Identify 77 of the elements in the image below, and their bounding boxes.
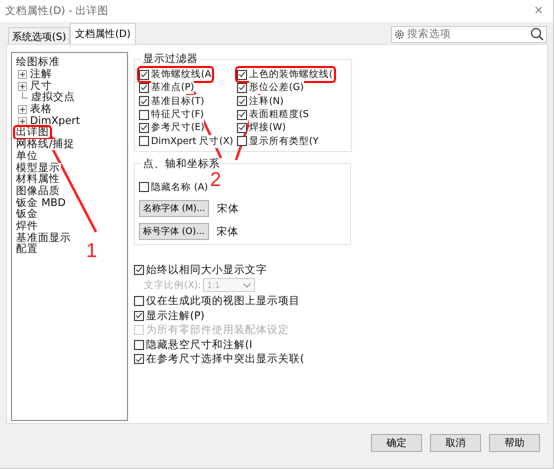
dialog-button[interactable]: 帮助 — [489, 434, 540, 452]
tree-item[interactable]: 基准面显示 — [15, 232, 72, 244]
checkbox-label: 参考尺寸(E) — [151, 121, 204, 134]
caret-icon — [243, 282, 252, 288]
checkbox-label: 隐藏悬空尺寸和注解(I — [146, 338, 252, 352]
tree-item[interactable]: 钣金 — [15, 209, 39, 220]
checkbox[interactable] — [139, 122, 149, 133]
checkbox-label: 焊接(W) — [249, 121, 286, 134]
checkbox-label: 表面粗糙度(S — [249, 108, 309, 122]
checkbox[interactable] — [139, 182, 149, 192]
search-field[interactable]: 搜索选项 — [391, 26, 547, 42]
group-title: 点、轴和坐标系 — [142, 156, 221, 171]
tree-item[interactable]: 图像品质 — [15, 186, 61, 197]
expand-icon[interactable] — [18, 82, 27, 91]
font-button[interactable]: 名称字体 (M)... — [139, 200, 210, 218]
checkbox-label: 隐藏名称 (A) — [151, 180, 208, 194]
checkbox[interactable] — [134, 354, 144, 364]
font-button[interactable]: 标号字体 (O)... — [139, 223, 209, 240]
checkbox-label: 基准点(P) — [151, 81, 194, 94]
checkbox[interactable] — [134, 310, 144, 321]
checkbox[interactable] — [237, 70, 247, 80]
tree-item[interactable]: 尺寸 — [29, 80, 53, 92]
tab[interactable]: 系统选项(S) — [8, 27, 70, 44]
window-title: 文档属性(D) - 出详图 — [5, 4, 109, 18]
checkbox[interactable] — [139, 70, 149, 80]
expand-icon[interactable] — [18, 70, 27, 80]
tree-item[interactable]: 注解 — [29, 69, 53, 80]
annotation-number: 1 — [86, 241, 98, 261]
tree-item[interactable]: 表格 — [29, 104, 53, 116]
checkbox[interactable] — [139, 110, 149, 120]
annotation-number: 2 — [210, 170, 222, 190]
checkbox-label: 形位公差(G) — [249, 81, 304, 94]
font-name: 宋体 — [217, 202, 240, 216]
font-name: 宋体 — [216, 224, 239, 239]
checkbox[interactable] — [237, 110, 247, 120]
search-icon — [530, 27, 544, 41]
tree-item[interactable]: 网格线/捕捉 — [15, 139, 76, 150]
checkbox[interactable] — [139, 136, 149, 146]
tree-item[interactable]: 配置 — [15, 244, 39, 256]
tree-item[interactable]: 单位 — [15, 150, 39, 162]
checkbox-label: 基准目标(T) — [151, 94, 204, 108]
dialog-button[interactable]: 取消 — [430, 434, 481, 452]
checkbox[interactable] — [134, 340, 144, 350]
tree-item[interactable]: 模型显示 — [15, 162, 61, 174]
checkbox[interactable] — [139, 82, 149, 93]
expand-icon[interactable] — [18, 116, 27, 126]
checkbox-label: 特征尺寸(F) — [151, 108, 204, 122]
checkbox[interactable] — [237, 136, 247, 146]
tree-item[interactable]: 材料属性 — [15, 174, 61, 186]
close-button[interactable]: × — [530, 4, 547, 18]
checkbox-label: 注释(N) — [249, 94, 284, 108]
tree-item[interactable]: 钣金 MBD — [15, 198, 67, 209]
tree-item[interactable]: 绘图标准 — [15, 57, 61, 68]
tab[interactable]: 文档属性(D) — [70, 23, 136, 44]
dialog-button[interactable]: 确定 — [371, 434, 422, 452]
tree-item[interactable]: 虚拟交点 — [30, 92, 76, 104]
checkbox[interactable] — [139, 96, 149, 106]
group-title: 显示过滤器 — [142, 52, 199, 66]
checkbox-label: 显示注解(P) — [146, 308, 205, 323]
checkbox-label: 为所有零部件使用装配体设定 — [146, 323, 289, 338]
dropdown-label: 文字比例(X): — [144, 278, 202, 292]
tree-item[interactable]: 出详图 — [15, 127, 50, 138]
checkbox-label: 仅在生成此项的视图上显示项目 — [146, 294, 300, 308]
checkbox[interactable] — [134, 296, 144, 306]
checkbox[interactable] — [237, 96, 247, 106]
tree-item[interactable]: 焊件 — [15, 220, 39, 232]
checkbox[interactable] — [237, 82, 247, 93]
checkbox-label: 显示所有类型(Y — [249, 134, 319, 148]
checkbox[interactable] — [134, 264, 144, 275]
checkbox-label: 装饰螺纹线(A — [151, 68, 212, 82]
checkbox-label: DimXpert 尺寸(X) — [151, 134, 234, 148]
checkbox[interactable] — [237, 122, 247, 133]
checkbox-label: 始终以相同大小显示文字 — [146, 262, 267, 277]
tree-item[interactable]: DimXpert — [29, 116, 81, 127]
expand-icon[interactable] — [18, 105, 27, 114]
checkbox-label: 上色的装饰螺纹线( — [249, 68, 333, 82]
checkbox-label: 在参考尺寸选择中突出显示关联( — [146, 352, 304, 366]
